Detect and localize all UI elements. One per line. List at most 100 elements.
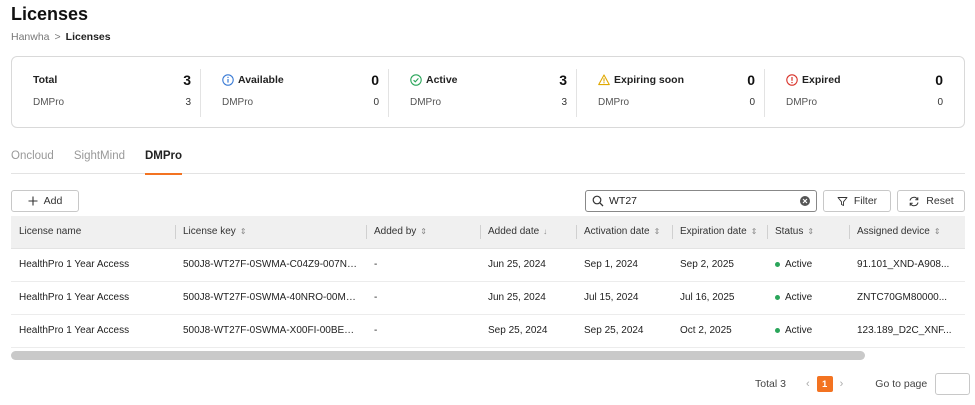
cell-status: Active	[767, 314, 849, 348]
column-header-license-name[interactable]: License name	[11, 216, 175, 249]
sort-icon[interactable]: ⇕	[240, 227, 247, 236]
cell-added-by: -	[366, 314, 480, 348]
stat-sub-count: 0	[937, 97, 943, 108]
stat-sub-count: 0	[373, 97, 379, 108]
stat-sub-count: 3	[185, 97, 191, 108]
plus-icon	[28, 196, 38, 206]
clear-search-icon[interactable]	[800, 196, 810, 206]
cell-activation-date: Sep 1, 2024	[576, 248, 672, 282]
sort-icon[interactable]: ⇕	[654, 227, 661, 236]
stat-label: Total	[33, 74, 58, 86]
stat-count: 0	[747, 72, 755, 88]
search-box[interactable]	[585, 190, 817, 212]
tab-oncloud[interactable]: Oncloud	[11, 143, 54, 174]
warning-icon	[598, 74, 610, 86]
stat-available: Available 0 DMPro 0	[200, 69, 388, 117]
column-header-expiration-date[interactable]: Expiration date ⇕	[672, 216, 767, 249]
stat-sub-count: 0	[749, 97, 755, 108]
cell-status: Active	[767, 248, 849, 282]
sort-icon[interactable]: ⇕	[934, 227, 941, 236]
table-row[interactable]: HealthPro 1 Year Access 500J8-WT27F-0SWM…	[11, 314, 965, 348]
stat-active: Active 3 DMPro 3	[388, 69, 576, 117]
tab-sightmind[interactable]: SightMind	[74, 143, 125, 174]
column-header-license-key[interactable]: License key ⇕	[175, 216, 366, 249]
status-dot-icon	[775, 261, 780, 267]
column-header-added-date[interactable]: Added date ↓	[480, 216, 576, 249]
reset-button-label: Reset	[926, 195, 954, 207]
breadcrumb-current: Licenses	[65, 31, 111, 43]
stat-label: Available	[238, 74, 284, 86]
sort-icon[interactable]: ⇕	[420, 227, 427, 236]
stat-count: 3	[559, 72, 567, 88]
table-row[interactable]: HealthPro 1 Year Access 500J8-WT27F-0SWM…	[11, 248, 965, 282]
goto-page-label: Go to page	[875, 378, 928, 390]
check-circle-icon	[410, 74, 422, 86]
column-header-status[interactable]: Status ⇕	[767, 216, 849, 249]
total-count: Total 3	[755, 378, 786, 390]
horizontal-scrollbar[interactable]	[11, 351, 865, 360]
stat-total: Total 3 DMPro 3	[12, 69, 200, 117]
licenses-table: License name License key ⇕ Added by ⇕ Adde…	[11, 216, 965, 348]
stat-label: Active	[426, 74, 458, 86]
table-header-row: License name License key ⇕ Added by ⇕ Adde…	[11, 216, 965, 249]
license-summary-card: Total 3 DMPro 3 Available 0 DMPro 0 Acti…	[11, 56, 965, 128]
stat-sub-label: DMPro	[222, 97, 254, 108]
column-header-activation-date[interactable]: Activation date ⇕	[576, 216, 672, 249]
add-button[interactable]: Add	[11, 190, 79, 212]
stat-count: 0	[371, 72, 379, 88]
table-row[interactable]: HealthPro 1 Year Access 500J8-WT27F-0SWM…	[11, 281, 965, 315]
breadcrumb: Hanwha > Licenses	[11, 31, 111, 43]
sort-desc-icon[interactable]: ↓	[543, 227, 547, 236]
tab-dmpro[interactable]: DMPro	[144, 143, 183, 175]
stat-count: 3	[183, 72, 191, 88]
stat-sub-count: 3	[561, 97, 567, 108]
stat-sub-label: DMPro	[786, 97, 818, 108]
cell-assigned-device: 123.189_D2C_XNF...	[849, 314, 965, 348]
goto-page-input[interactable]	[935, 373, 971, 395]
filter-icon	[837, 196, 848, 206]
cell-license-name: HealthPro 1 Year Access	[11, 248, 175, 282]
cell-added-date: Jun 25, 2024	[480, 281, 576, 315]
page-1-button[interactable]: 1	[816, 376, 833, 392]
cell-license-name: HealthPro 1 Year Access	[11, 314, 175, 348]
sort-icon[interactable]: ⇕	[751, 227, 758, 236]
cell-added-by: -	[366, 281, 480, 315]
cell-expiration-date: Sep 2, 2025	[672, 248, 767, 282]
column-header-assigned-device[interactable]: Assigned device ⇕	[849, 216, 965, 249]
cell-activation-date: Jul 15, 2024	[576, 281, 672, 315]
stat-sub-label: DMPro	[598, 97, 630, 108]
search-input[interactable]	[609, 195, 800, 207]
refresh-icon	[909, 196, 919, 206]
cell-added-date: Jun 25, 2024	[480, 248, 576, 282]
pagination: Total 3 ‹ 1 › Go to page	[755, 373, 971, 395]
stat-expired: Expired 0 DMPro 0	[764, 69, 952, 117]
add-button-label: Add	[43, 195, 63, 207]
page-title: Licenses	[11, 4, 89, 24]
filter-button[interactable]: Filter	[823, 190, 891, 212]
cell-assigned-device: 91.101_XND-A908...	[849, 248, 965, 282]
stat-count: 0	[935, 72, 943, 88]
stat-expiring-soon: Expiring soon 0 DMPro 0	[576, 69, 764, 117]
stat-sub-label: DMPro	[410, 97, 442, 108]
column-header-added-by[interactable]: Added by ⇕	[366, 216, 480, 249]
cell-assigned-device: ZNTC70GM80000...	[849, 281, 965, 315]
status-dot-icon	[775, 327, 780, 333]
breadcrumb-separator: >	[54, 31, 61, 43]
cell-expiration-date: Oct 2, 2025	[672, 314, 767, 348]
prev-page-icon[interactable]: ‹	[806, 378, 810, 390]
cell-license-key: 500J8-WT27F-0SWMA-C04Z9-007NE-0...	[175, 248, 366, 282]
filter-button-label: Filter	[853, 195, 878, 207]
error-icon	[786, 74, 798, 86]
status-dot-icon	[775, 294, 780, 300]
product-tabs: Oncloud SightMind DMPro	[11, 143, 965, 175]
stat-label: Expiring soon	[614, 74, 685, 86]
cell-added-date: Sep 25, 2024	[480, 314, 576, 348]
breadcrumb-root[interactable]: Hanwha	[11, 31, 50, 43]
next-page-icon[interactable]: ›	[840, 378, 844, 390]
reset-button[interactable]: Reset	[897, 190, 965, 212]
sort-icon[interactable]: ⇕	[807, 227, 814, 236]
cell-license-key: 500J8-WT27F-0SWMA-40NRO-00M1C-...	[175, 281, 366, 315]
info-icon	[222, 74, 234, 86]
cell-license-key: 500J8-WT27F-0SWMA-X00FI-00BEK-0...	[175, 314, 366, 348]
cell-activation-date: Sep 25, 2024	[576, 314, 672, 348]
